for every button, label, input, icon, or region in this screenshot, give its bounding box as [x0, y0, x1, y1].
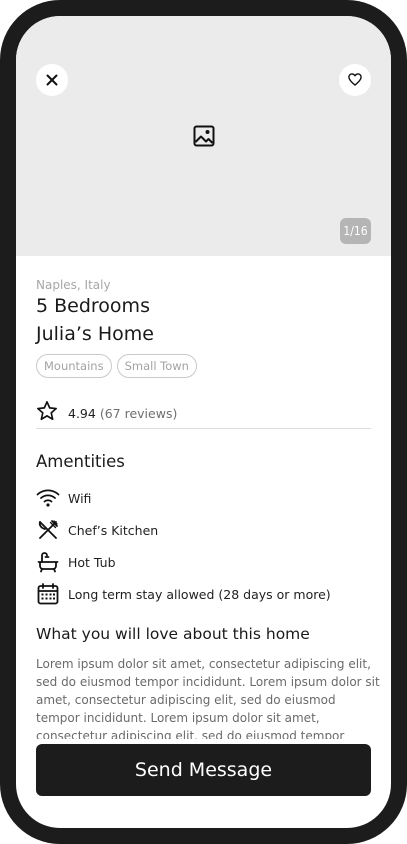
- wifi-icon: [36, 486, 60, 510]
- tag-small-town[interactable]: Small Town: [116, 354, 197, 378]
- bathtub-icon: [36, 550, 60, 574]
- rating-row: 4.94 (67 reviews): [36, 400, 177, 426]
- listing-location: Naples, Italy: [36, 278, 111, 292]
- amenities-title: Amentities: [36, 452, 125, 471]
- close-button[interactable]: [36, 64, 68, 96]
- review-count[interactable]: (67 reviews): [100, 406, 177, 421]
- about-title: What you will love about this home: [36, 625, 310, 643]
- calendar-icon: [36, 582, 60, 606]
- phone-frame: 1/16 Naples, Italy 5 Bedrooms Julia’s Ho…: [0, 0, 407, 844]
- close-icon: [46, 71, 58, 90]
- heart-icon: [348, 71, 362, 90]
- amenity-wifi: Wifi: [36, 482, 371, 514]
- amenity-label: Wifi: [68, 490, 92, 506]
- amenity-kitchen: Chef’s Kitchen: [36, 514, 371, 546]
- amenities-list: Wifi Chef’s Kitchen Hot Tub Long term st…: [36, 482, 371, 610]
- amenity-long-stay: Long term stay allowed (28 days or more): [36, 578, 371, 610]
- amenity-label: Hot Tub: [68, 554, 116, 570]
- utensils-icon: [36, 518, 60, 542]
- amenity-label: Chef’s Kitchen: [68, 522, 159, 538]
- listing-name: Julia’s Home: [36, 323, 154, 345]
- star-icon: [36, 400, 58, 426]
- screen: 1/16 Naples, Italy 5 Bedrooms Julia’s Ho…: [16, 16, 391, 828]
- send-message-button[interactable]: Send Message: [36, 744, 371, 796]
- image-icon: [193, 125, 215, 147]
- divider: [36, 428, 371, 429]
- photo-gallery[interactable]: 1/16: [16, 16, 391, 256]
- rating-value: 4.94: [68, 405, 96, 421]
- favorite-button[interactable]: [339, 64, 371, 96]
- photo-counter: 1/16: [340, 218, 371, 244]
- tag-list: Mountains Small Town: [36, 354, 197, 378]
- amenity-label: Long term stay allowed (28 days or more): [68, 586, 331, 602]
- tag-mountains[interactable]: Mountains: [36, 354, 112, 378]
- about-description: Lorem ipsum dolor sit amet, consectetur …: [36, 657, 380, 739]
- amenity-hot-tub: Hot Tub: [36, 546, 371, 578]
- listing-bedrooms: 5 Bedrooms: [36, 295, 150, 317]
